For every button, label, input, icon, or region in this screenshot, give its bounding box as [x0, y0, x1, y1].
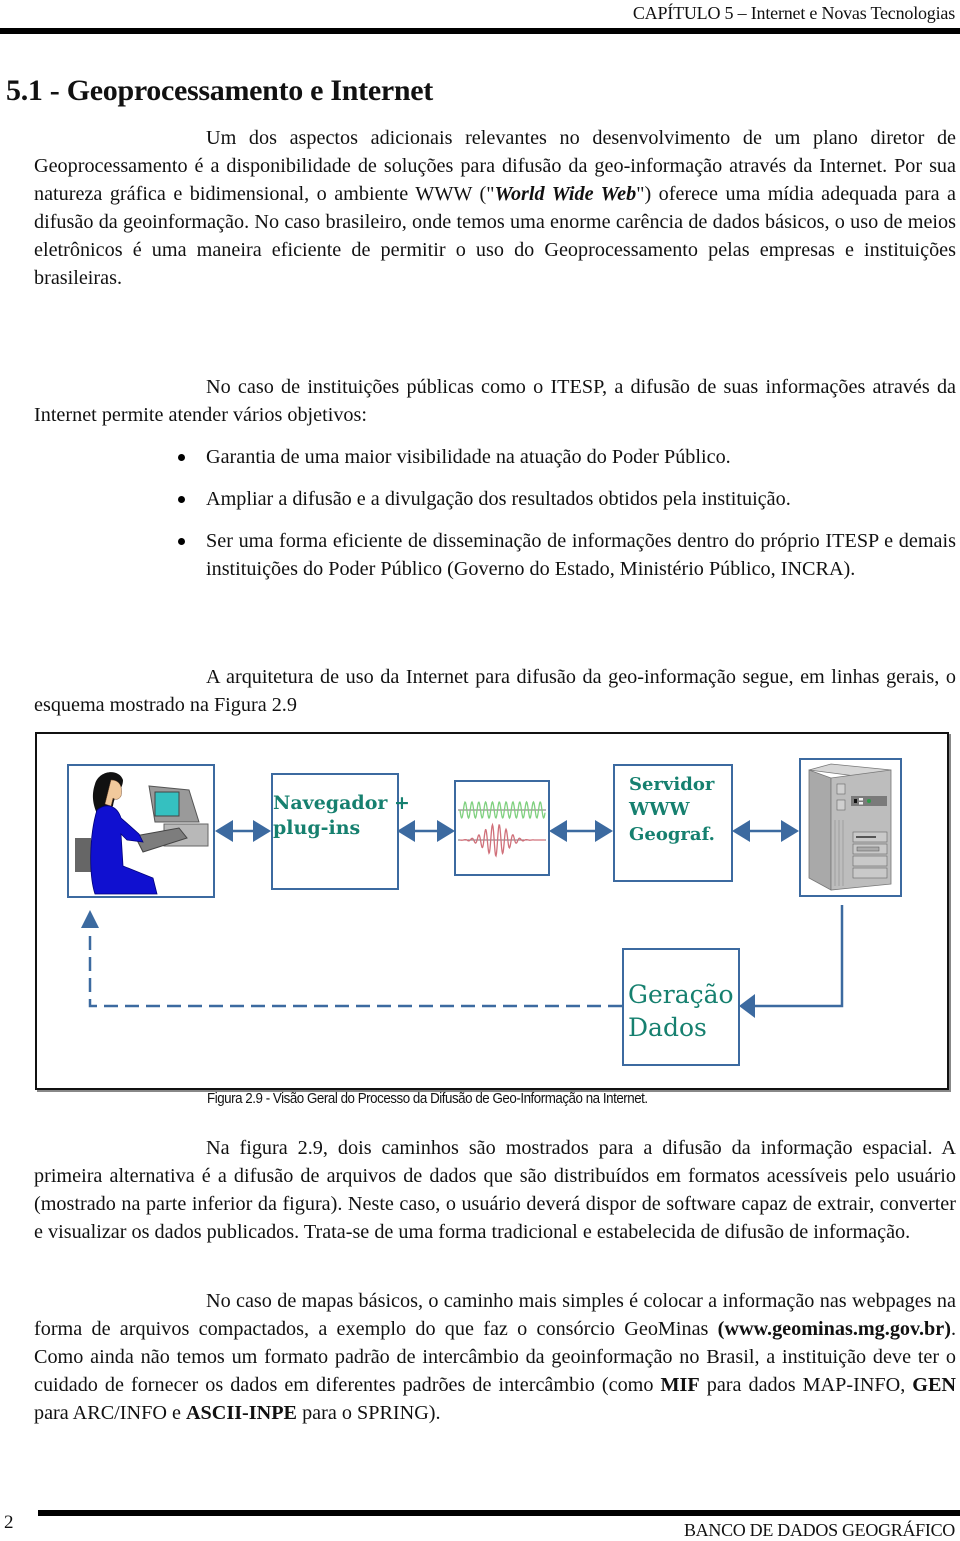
paragraph-4: Na figura 2.9, dois caminhos são mostrad… — [34, 1134, 956, 1246]
browser-box: Navegador + plug-ins — [271, 773, 410, 890]
web-server-label-line3: Geograf. — [629, 824, 715, 845]
geominas-link[interactable]: (www.geominas.mg.gov.br) — [718, 1318, 951, 1340]
browser-label-line2: plug-ins — [273, 817, 361, 839]
section-title: 5.1 - Geoprocessamento e Internet — [6, 74, 433, 107]
arrow-user-browser — [215, 820, 271, 842]
format-mif: MIF — [660, 1374, 700, 1396]
footer-rule — [38, 1510, 960, 1516]
list-item: Ser uma forma eficiente de disseminação … — [164, 527, 956, 583]
user-box — [67, 764, 215, 898]
arrow-network-server — [549, 820, 613, 842]
data-generation-box: Geração Dados — [622, 948, 740, 1066]
paragraph-5-text-d: para ARC/INFO e — [34, 1402, 186, 1424]
data-generation-label-line2: Dados — [628, 1013, 707, 1042]
list-item-text: Ser uma forma eficiente de disseminação … — [206, 530, 956, 580]
list-item-text: Ampliar a difusão e a divulgação dos res… — [206, 488, 791, 510]
arrow-server-hardware — [732, 820, 799, 842]
dashed-path-data-user — [81, 910, 622, 1008]
paragraph-5: No caso de mapas básicos, o caminho mais… — [34, 1287, 956, 1427]
paragraph-3-text: A arquitetura de uso da Internet para di… — [34, 666, 956, 716]
bullet-icon — [178, 454, 185, 461]
paragraph-3: A arquitetura de uso da Internet para di… — [34, 663, 956, 719]
page-number: 2 — [4, 1512, 14, 1533]
server-tower-icon — [808, 763, 892, 891]
paragraph-2-text: No caso de instituições públicas como o … — [34, 376, 956, 426]
objectives-list: Garantia de uma maior visibilidade na at… — [164, 443, 956, 597]
list-item: Ampliar a difusão e a divulgação dos res… — [164, 485, 956, 513]
server-hardware-box — [799, 758, 902, 897]
web-server-box: Servidor WWW Geograf. — [613, 764, 733, 882]
paragraph-1: Um dos aspectos adicionais relevantes no… — [34, 124, 956, 292]
running-foot: BANCO DE DADOS GEOGRÁFICO — [683, 1520, 955, 1540]
running-head: CAPÍTULO 5 – Internet e Novas Tecnologia… — [632, 3, 955, 23]
paragraph-5-text-e: para o SPRING). — [297, 1402, 441, 1424]
browser-label: Navegador + plug-ins — [273, 791, 410, 841]
browser-label-line1: Navegador + — [273, 792, 410, 814]
format-ascii-inpe: ASCII-INPE — [185, 1402, 298, 1424]
signal-waves-icon — [458, 800, 546, 858]
list-item: Garantia de uma maior visibilidade na at… — [164, 443, 956, 471]
figure-caption: Figura 2.9 - Visão Geral do Processo da … — [207, 1091, 648, 1107]
figure-2-9: Navegador + plug-ins Servidor WWW Geogra… — [35, 732, 949, 1090]
web-server-label-line1: Servidor — [629, 774, 715, 795]
network-box — [454, 780, 550, 876]
web-server-label: Servidor WWW Geograf. — [629, 772, 715, 847]
paragraph-5-text-c: para dados MAP-INFO, — [699, 1374, 913, 1396]
list-item-text: Garantia de uma maior visibilidade na at… — [206, 446, 731, 468]
header-rule — [0, 28, 960, 34]
web-server-label-line2: WWW — [629, 799, 690, 820]
paragraph-1-emphasis: World Wide Web — [494, 183, 637, 205]
bullet-icon — [178, 496, 185, 503]
format-gen: GEN — [912, 1374, 957, 1396]
user-at-computer-icon — [75, 772, 209, 895]
paragraph-4-text: Na figura 2.9, dois caminhos são mostrad… — [34, 1137, 956, 1243]
arrow-hardware-data — [739, 905, 844, 1018]
data-generation-label-line1: Geração — [628, 980, 734, 1009]
bullet-icon — [178, 538, 185, 545]
data-generation-label: Geração Dados — [628, 978, 734, 1044]
paragraph-2: No caso de instituições públicas como o … — [34, 373, 956, 429]
